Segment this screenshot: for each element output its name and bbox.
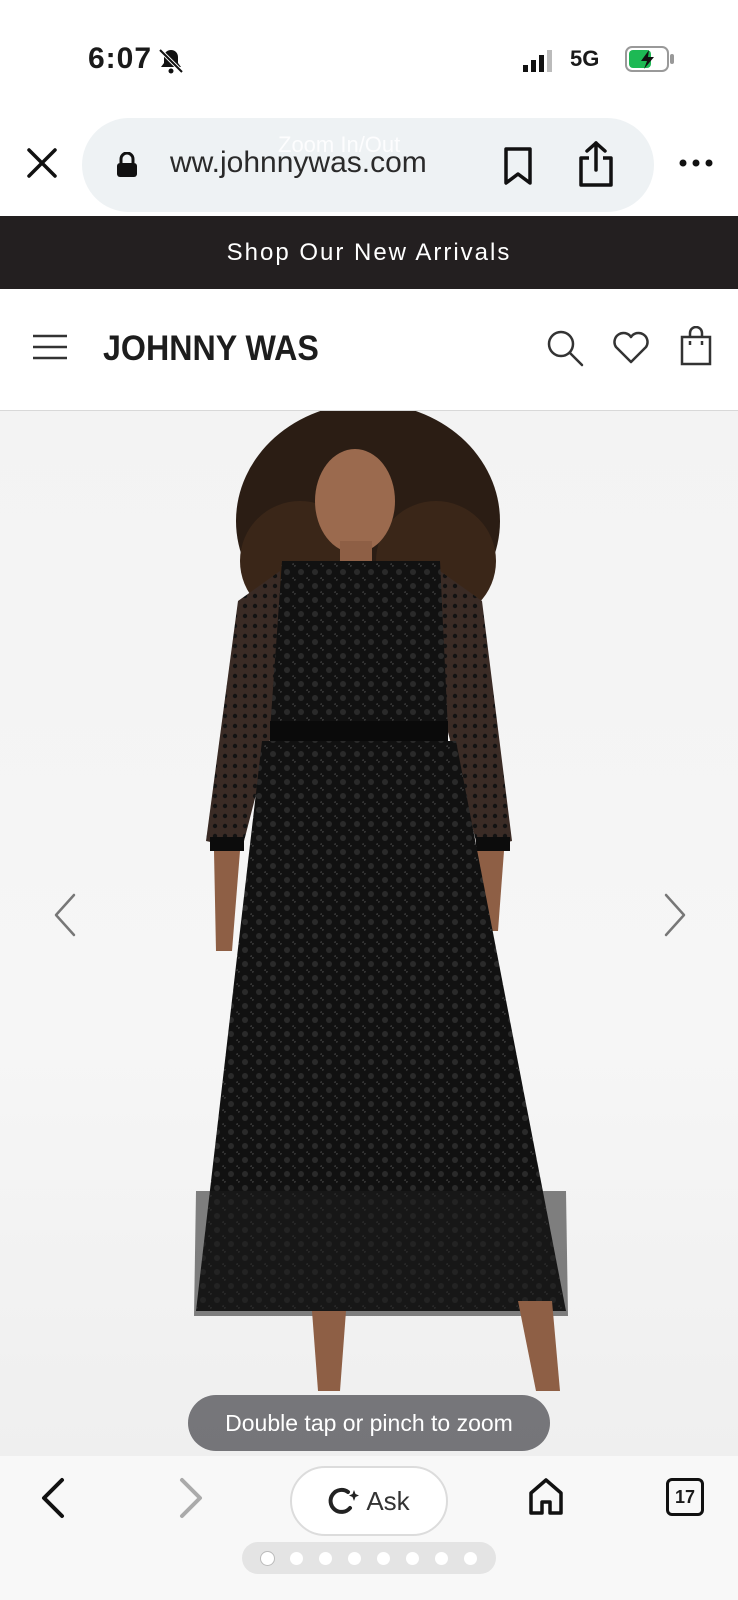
battery-charging-icon — [625, 46, 674, 72]
page-dot[interactable] — [377, 1551, 390, 1565]
promo-text[interactable]: Shop Our New Arrivals — [227, 239, 512, 267]
promo-banner[interactable]: Shop Our New Arrivals — [0, 216, 738, 289]
more-icon[interactable] — [678, 157, 714, 169]
back-icon[interactable] — [38, 1476, 68, 1520]
heart-icon[interactable] — [612, 331, 650, 365]
zoom-toast: Double tap or pinch to zoom — [188, 1395, 550, 1451]
page-dot-active[interactable] — [261, 1551, 274, 1565]
network-type: 5G — [570, 46, 600, 71]
status-time: 6:07 — [88, 42, 153, 75]
close-icon[interactable] — [24, 145, 60, 181]
shopping-bag-icon[interactable] — [680, 326, 712, 366]
status-bar: 6:07 5G — [0, 0, 738, 115]
menu-icon[interactable] — [32, 333, 68, 361]
ask-label[interactable]: Ask — [366, 1486, 409, 1517]
product-gallery[interactable]: Double tap or pinch to zoom — [0, 411, 738, 1456]
tab-count: 17 — [674, 1486, 696, 1507]
search-icon[interactable] — [546, 329, 584, 367]
ask-button[interactable]: Ask — [290, 1466, 448, 1536]
ask-ai-icon — [328, 1487, 360, 1514]
site-header: JOHNNY WAS — [0, 289, 738, 411]
page-dot[interactable] — [464, 1551, 477, 1565]
signal-icon — [523, 50, 552, 72]
bottom-toolbar: Ask 17 — [0, 1456, 738, 1600]
page-indicator[interactable] — [242, 1542, 496, 1574]
page-dot[interactable] — [290, 1551, 303, 1565]
chevron-left-icon[interactable] — [50, 891, 80, 939]
page-dot[interactable] — [435, 1551, 448, 1565]
chevron-right-icon[interactable] — [660, 891, 690, 939]
browser-bar: ww.johnnywas.com Zoom In/Out — [0, 115, 738, 215]
tabs-icon[interactable]: 17 — [666, 1478, 704, 1516]
bookmark-icon[interactable] — [502, 146, 534, 186]
zoom-hint: Zoom In/Out — [278, 132, 401, 157]
forward-icon[interactable] — [176, 1476, 206, 1520]
page-dot[interactable] — [406, 1551, 419, 1565]
brand-logo[interactable]: JOHNNY WAS — [103, 329, 319, 369]
product-photo[interactable] — [0, 411, 738, 1456]
page-dot[interactable] — [348, 1551, 361, 1565]
share-icon[interactable] — [576, 140, 616, 188]
mute-bell-icon — [158, 48, 184, 74]
home-icon[interactable] — [528, 1476, 564, 1516]
address-bar[interactable]: ww.johnnywas.com Zoom In/Out — [82, 118, 654, 212]
lock-icon — [117, 152, 137, 177]
page-dot[interactable] — [319, 1551, 332, 1565]
